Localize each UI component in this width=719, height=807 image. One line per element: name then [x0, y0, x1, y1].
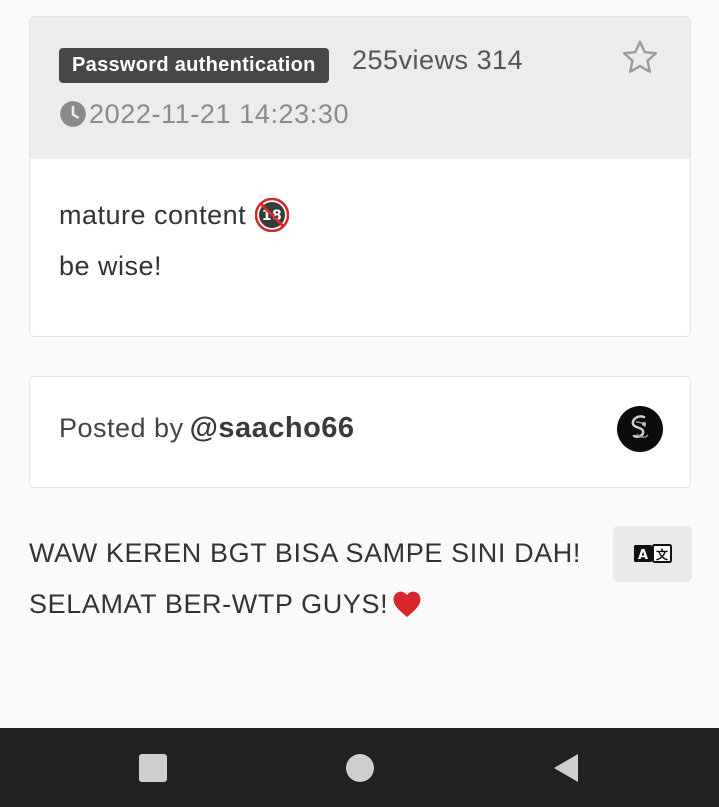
posted-by-label: Posted by	[59, 413, 184, 443]
home-icon[interactable]	[344, 752, 376, 784]
comment-text: WAW KEREN BGT BISA SAMPE SINI DAH! SELAM…	[29, 527, 599, 629]
posted-by: Posted by @saacho66	[59, 412, 355, 445]
post-body-line: mature content 18	[59, 189, 659, 240]
post-body-text: be wise!	[59, 250, 163, 281]
comment-line-text: SELAMAT BER-WTP GUYS!	[29, 588, 389, 619]
post-body: mature content 18 be wise!	[59, 189, 659, 291]
timestamp-row: 2022-11-21 14:23:30	[59, 96, 349, 132]
screen: Password authentication 255views 314 202…	[0, 0, 719, 807]
avatar[interactable]	[617, 406, 663, 452]
comment-line: SELAMAT BER-WTP GUYS!	[29, 578, 599, 629]
svg-text:A: A	[637, 548, 647, 563]
avatar-image	[631, 415, 649, 438]
heart-icon	[393, 591, 421, 617]
svg-text:文: 文	[655, 547, 668, 562]
post-card: Password authentication 255views 314 202…	[29, 16, 691, 337]
clock-icon	[60, 101, 86, 127]
auth-badge: Password authentication	[59, 48, 329, 83]
system-nav-bar	[0, 728, 719, 807]
post-body-line: be wise!	[59, 240, 659, 291]
translate-icon: A 文	[633, 544, 672, 563]
back-icon[interactable]	[550, 752, 582, 784]
timestamp: 2022-11-21 14:23:30	[89, 98, 350, 129]
comment-line-text: WAW KEREN BGT BISA SAMPE SINI DAH!	[29, 537, 582, 568]
comment-line: WAW KEREN BGT BISA SAMPE SINI DAH!	[29, 527, 599, 578]
post-header: Password authentication 255views 314 202…	[30, 17, 690, 159]
recents-icon[interactable]	[137, 752, 169, 784]
no-under-18-icon: 18	[255, 197, 290, 232]
author-handle[interactable]: @saacho66	[190, 412, 355, 444]
star-outline-icon[interactable]	[618, 36, 662, 80]
view-count: 255views 314	[352, 45, 524, 75]
post-body-text: mature content	[59, 199, 247, 230]
author-card[interactable]: Posted by @saacho66	[29, 376, 691, 488]
translate-button[interactable]: A 文	[613, 526, 692, 582]
